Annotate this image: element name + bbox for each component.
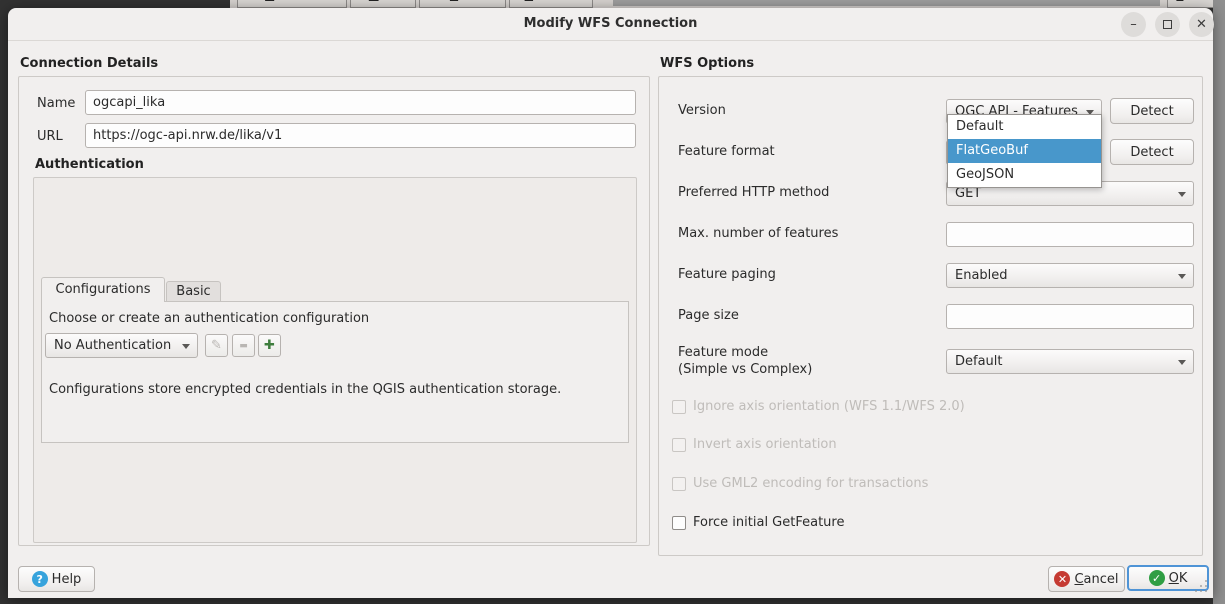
- minimize-icon: –: [1130, 18, 1137, 31]
- version-label: Version: [678, 103, 726, 118]
- help-button[interactable]: ? Help: [18, 566, 95, 592]
- minimize-button[interactable]: –: [1121, 12, 1146, 37]
- remove-auth-config-button: ▬: [232, 334, 255, 357]
- cancel-button[interactable]: ✕ Cancel: [1048, 566, 1125, 592]
- checkbox-icon: [672, 477, 686, 491]
- tab-basic-label: Basic: [176, 284, 210, 299]
- edit-button[interactable]: Edit: [419, 0, 506, 8]
- pencil-icon: ✎: [211, 338, 222, 353]
- connection-details-title: Connection Details: [20, 56, 158, 71]
- checkbox-gml2-encoding: Use GML2 encoding for transactions: [672, 476, 928, 491]
- detect-version-button[interactable]: Detect: [1110, 98, 1194, 124]
- feature-mode-label-line2: (Simple vs Complex): [678, 362, 812, 377]
- feature-paging-select[interactable]: Enabled: [946, 263, 1194, 288]
- max-features-input[interactable]: [946, 222, 1194, 247]
- titlebar[interactable]: Modify WFS Connection – ✕: [8, 8, 1213, 41]
- dropdown-option-flatgeobuf[interactable]: FlatGeoBuf: [948, 139, 1101, 163]
- checkbox-invert-axis-orientation: Invert axis orientation: [672, 437, 837, 452]
- close-icon: ✕: [1196, 18, 1207, 31]
- page-size-input[interactable]: [946, 304, 1194, 329]
- minus-icon: ▬: [239, 341, 248, 351]
- parent-dialog-strip: [613, 0, 1160, 6]
- checkbox-icon: [672, 438, 686, 452]
- tab-configurations-label: Configurations: [56, 282, 151, 297]
- http-method-label: Preferred HTTP method: [678, 185, 829, 200]
- chevron-down-icon: [1178, 274, 1186, 279]
- auth-config-select[interactable]: No Authentication: [45, 333, 198, 358]
- parent-window-edge: [1213, 0, 1225, 604]
- url-label: URL: [37, 129, 63, 144]
- dialog-title: Modify WFS Connection: [8, 16, 1213, 31]
- checkbox-icon: [672, 516, 686, 530]
- name-label: Name: [37, 96, 75, 111]
- page-size-label: Page size: [678, 308, 739, 323]
- url-input[interactable]: [85, 123, 636, 148]
- add-auth-config-button[interactable]: ✚: [258, 334, 281, 357]
- name-input[interactable]: [85, 90, 636, 115]
- tab-basic[interactable]: Basic: [166, 281, 221, 302]
- feature-format-label: Feature format: [678, 144, 775, 159]
- http-method-select-value: GET: [955, 186, 981, 201]
- feature-mode-select[interactable]: Default: [946, 349, 1194, 374]
- tab-configurations[interactable]: Configurations: [41, 277, 165, 302]
- checkbox-ignore-axis-orientation: Ignore axis orientation (WFS 1.1/WFS 2.0…: [672, 399, 965, 414]
- chevron-down-icon: [1178, 360, 1186, 365]
- plus-icon: ✚: [264, 338, 275, 353]
- auth-config-select-value: No Authentication: [54, 338, 171, 353]
- chevron-down-icon: [1178, 192, 1186, 197]
- connect-button[interactable]: Connect: [237, 0, 347, 8]
- chevron-down-icon: [182, 344, 190, 349]
- dropdown-option-geojson[interactable]: GeoJSON: [948, 163, 1101, 187]
- maximize-icon: [1163, 20, 1172, 29]
- new-button[interactable]: New: [350, 0, 416, 8]
- edit-auth-config-button: ✎: [205, 334, 228, 357]
- checkbox-force-initial-getfeature[interactable]: Force initial GetFeature: [672, 515, 844, 530]
- checkbox-icon: [672, 400, 686, 414]
- maximize-button[interactable]: [1155, 12, 1180, 37]
- load-button[interactable]: Load: [1167, 0, 1217, 8]
- cancel-icon: ✕: [1054, 571, 1070, 587]
- feature-paging-select-value: Enabled: [955, 268, 1008, 283]
- feature-paging-label: Feature paging: [678, 267, 776, 282]
- feature-mode-select-value: Default: [955, 354, 1003, 369]
- dropdown-option-default[interactable]: Default: [948, 115, 1101, 139]
- version-dropdown-popup: Default FlatGeoBuf GeoJSON: [947, 114, 1102, 188]
- modify-wfs-connection-dialog: Modify WFS Connection – ✕ Connection Det…: [8, 8, 1213, 598]
- detect-format-button[interactable]: Detect: [1110, 139, 1194, 165]
- auth-storage-note: Configurations store encrypted credentia…: [49, 382, 624, 397]
- authentication-title: Authentication: [35, 157, 144, 172]
- max-features-label: Max. number of features: [678, 226, 838, 241]
- close-button[interactable]: ✕: [1189, 12, 1214, 37]
- check-icon: ✓: [1149, 570, 1165, 586]
- feature-mode-label-line1: Feature mode: [678, 345, 768, 360]
- remove-button[interactable]: Remove: [509, 0, 593, 8]
- wfs-options-title: WFS Options: [660, 56, 754, 71]
- help-icon: ?: [32, 571, 48, 587]
- resize-grip[interactable]: [1193, 578, 1207, 592]
- choose-auth-config-text: Choose or create an authentication confi…: [49, 311, 369, 326]
